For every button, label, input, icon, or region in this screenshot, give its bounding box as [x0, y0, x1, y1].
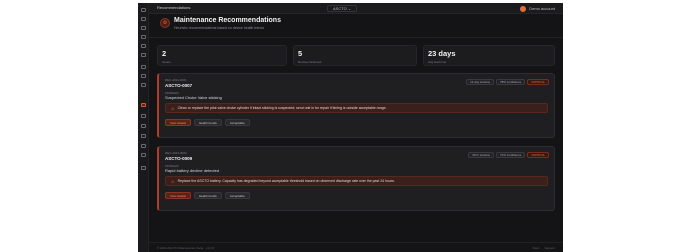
recommendation-id: REC-2024-0002 — [165, 151, 187, 155]
tools-icon[interactable] — [141, 26, 146, 30]
account-label: Demo account — [529, 6, 555, 11]
view-details-button[interactable]: View details — [165, 119, 191, 126]
page-subtitle: Heuristic recommendations based on devic… — [174, 26, 265, 30]
recommendations-icon[interactable] — [141, 103, 146, 107]
severity-badge: CRITICAL — [527, 79, 549, 85]
accept-button[interactable]: Acceptable — [224, 192, 250, 199]
stat-card-devices: 5 Devices Scanned — [293, 45, 417, 66]
device-name: ASCTO-0007 — [165, 83, 193, 88]
divider — [149, 37, 563, 38]
recommended-action: ⚠ Replace the ASCTO battery. Capacity ha… — [165, 176, 548, 186]
confidence-badge: 71% confidence — [495, 152, 526, 158]
support-link[interactable]: Support — [544, 246, 555, 250]
stat-value: 23 days — [428, 49, 456, 58]
health-trends-button[interactable]: Health trends — [193, 119, 222, 126]
sidebar — [138, 3, 149, 252]
users-icon[interactable] — [141, 134, 146, 138]
action-text: Clean or replace the pilot valve choke c… — [177, 106, 387, 110]
copyright: © 2024 ASCTO Maintenance Suite · v1.0.0 — [157, 246, 215, 250]
stat-card-issues: 2 Issues — [157, 45, 287, 66]
chevron-down-icon: ⌄ — [347, 6, 352, 11]
page-title: Maintenance Recommendations — [174, 17, 281, 24]
card-actions: View details Health trends Acceptable — [165, 119, 250, 126]
problem-text: Rapid battery decline detected — [165, 168, 220, 173]
history-icon[interactable] — [141, 74, 146, 78]
view-details-button[interactable]: View details — [165, 192, 191, 199]
window-badge: 30 hr window — [468, 152, 494, 158]
recommendation-card: REC-2024-0001 ASCTO-0007 PROBLEM Suspect… — [157, 73, 555, 138]
stat-card-lead-time: 23 days Avg lead time — [423, 45, 555, 66]
topbar: Recommendations ASCTO ⌄ Demo account — [149, 3, 563, 14]
window-badge: 14 day window — [466, 79, 494, 85]
confidence-badge: 78% confidence — [495, 79, 526, 85]
stat-value: 5 — [298, 49, 303, 58]
accept-button[interactable]: Acceptable — [224, 119, 250, 126]
logout-icon[interactable] — [141, 166, 146, 170]
chart-icon[interactable] — [141, 53, 146, 57]
settings-icon[interactable] — [141, 144, 146, 148]
badge-group: 14 day window 78% confidence CRITICAL — [466, 79, 549, 85]
help-icon[interactable] — [141, 153, 146, 157]
app-window: Recommendations ASCTO ⌄ Demo account ⚙ M… — [138, 3, 563, 252]
warning-icon: ⚠ — [171, 105, 175, 111]
problem-text: Suspected Choke Valve sticking — [165, 95, 222, 100]
device-name: ASCTO-0009 — [165, 156, 193, 161]
docs-link[interactable]: Docs — [533, 246, 540, 250]
footer-links: Docs Support — [533, 246, 555, 250]
health-trends-button[interactable]: Health trends — [193, 192, 222, 199]
footer: © 2024 ASCTO Maintenance Suite · v1.0.0 … — [149, 242, 563, 252]
warning-icon: ⚠ — [171, 178, 175, 184]
stat-value: 2 — [162, 49, 167, 58]
device-selector-label: ASCTO — [333, 6, 347, 11]
stat-label: Devices Scanned — [298, 60, 322, 64]
card-actions: View details Health trends Acceptable — [165, 192, 250, 199]
recommendation-card: REC-2024-0002 ASCTO-0009 PROBLEM Rapid b… — [157, 146, 555, 211]
avatar — [520, 5, 527, 12]
list-icon[interactable] — [141, 44, 146, 48]
action-text: Replace the ASCTO battery. Capacity has … — [177, 179, 395, 183]
alerts-icon[interactable] — [141, 65, 146, 69]
flag-icon[interactable] — [141, 124, 146, 128]
account-menu[interactable]: Demo account — [520, 5, 555, 12]
map-icon[interactable] — [141, 83, 146, 87]
reports-icon[interactable] — [141, 35, 146, 39]
search-icon[interactable] — [141, 114, 146, 118]
devices-icon[interactable] — [141, 17, 146, 21]
recommended-action: ⚠ Clean or replace the pilot valve choke… — [165, 103, 548, 113]
badge-group: 30 hr window 71% confidence CRITICAL — [468, 152, 549, 158]
home-icon[interactable] — [141, 8, 146, 12]
wrench-icon: ⚙ — [160, 18, 170, 28]
page-breadcrumb: Recommendations — [157, 5, 191, 10]
device-selector[interactable]: ASCTO ⌄ — [327, 5, 358, 12]
recommendation-id: REC-2024-0001 — [165, 78, 187, 82]
stat-label: Avg lead time — [428, 60, 447, 64]
severity-badge: CRITICAL — [527, 152, 549, 158]
stat-label: Issues — [162, 60, 171, 64]
